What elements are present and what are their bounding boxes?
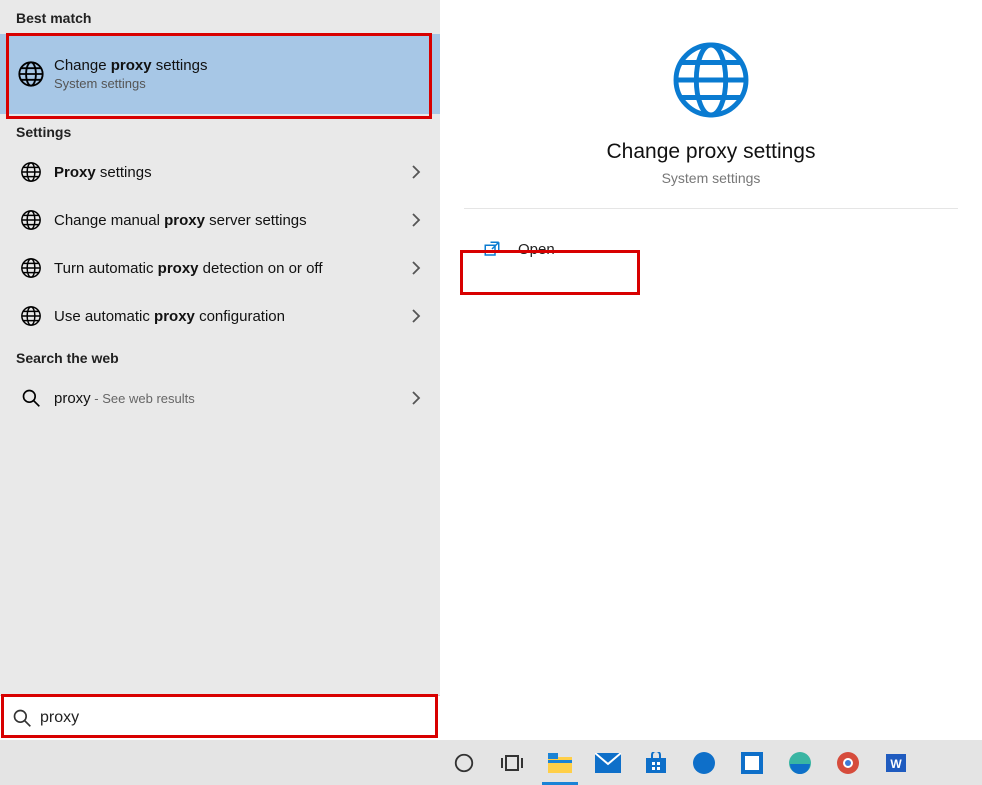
settings-item-manual-proxy[interactable]: Change manual proxy server settings bbox=[0, 196, 440, 244]
settings-item-label: Proxy settings bbox=[54, 164, 406, 181]
search-input[interactable] bbox=[40, 709, 428, 727]
best-match-sub: System settings bbox=[54, 76, 426, 91]
best-match-result[interactable]: Change proxy settings System settings bbox=[0, 34, 440, 114]
globe-icon bbox=[16, 161, 46, 183]
settings-item-label: Use automatic proxy configuration bbox=[54, 308, 406, 325]
chevron-right-icon bbox=[406, 213, 426, 227]
globe-icon bbox=[16, 305, 46, 327]
best-match-title: Change proxy settings bbox=[54, 57, 426, 74]
taskbar-file-explorer-icon[interactable] bbox=[536, 740, 584, 785]
search-bar[interactable] bbox=[0, 695, 440, 740]
taskbar-dell-icon[interactable] bbox=[680, 740, 728, 785]
globe-icon bbox=[16, 209, 46, 231]
globe-icon bbox=[464, 38, 958, 122]
chevron-right-icon bbox=[406, 391, 426, 405]
globe-icon bbox=[16, 257, 46, 279]
taskbar-dell-update-icon[interactable] bbox=[728, 740, 776, 785]
settings-item-proxy-settings[interactable]: Proxy settings bbox=[0, 148, 440, 196]
taskbar-word-icon[interactable]: W bbox=[872, 740, 920, 785]
open-icon bbox=[480, 240, 504, 258]
settings-item-auto-detect[interactable]: Turn automatic proxy detection on or off bbox=[0, 244, 440, 292]
taskbar: W bbox=[0, 740, 982, 785]
chevron-right-icon bbox=[406, 309, 426, 323]
results-panel: Best match Change proxy settings System … bbox=[0, 0, 440, 740]
taskbar-task-view-icon[interactable] bbox=[488, 740, 536, 785]
preview-card: Change proxy settings System settings bbox=[464, 30, 958, 209]
section-best-match: Best match bbox=[0, 0, 440, 34]
taskbar-chrome-icon[interactable] bbox=[824, 740, 872, 785]
taskbar-store-icon[interactable] bbox=[632, 740, 680, 785]
chevron-right-icon bbox=[406, 165, 426, 179]
preview-title: Change proxy settings bbox=[464, 140, 958, 164]
svg-text:W: W bbox=[890, 757, 902, 771]
web-result[interactable]: proxy - See web results bbox=[0, 374, 440, 422]
search-icon bbox=[12, 708, 32, 728]
section-search-web: Search the web bbox=[0, 340, 440, 374]
settings-item-auto-config[interactable]: Use automatic proxy configuration bbox=[0, 292, 440, 340]
open-action[interactable]: Open bbox=[464, 227, 958, 271]
open-label: Open bbox=[518, 241, 555, 258]
settings-item-label: Change manual proxy server settings bbox=[54, 212, 406, 229]
preview-sub: System settings bbox=[464, 170, 958, 186]
search-window: Best match Change proxy settings System … bbox=[0, 0, 982, 740]
chevron-right-icon bbox=[406, 261, 426, 275]
globe-icon bbox=[16, 60, 46, 88]
taskbar-edge-icon[interactable] bbox=[776, 740, 824, 785]
search-icon bbox=[16, 388, 46, 408]
taskbar-cortana-icon[interactable] bbox=[440, 740, 488, 785]
settings-item-label: Turn automatic proxy detection on or off bbox=[54, 260, 374, 277]
taskbar-mail-icon[interactable] bbox=[584, 740, 632, 785]
web-result-label: proxy - See web results bbox=[54, 390, 406, 407]
section-settings: Settings bbox=[0, 114, 440, 148]
preview-panel: Change proxy settings System settings Op… bbox=[440, 0, 982, 740]
